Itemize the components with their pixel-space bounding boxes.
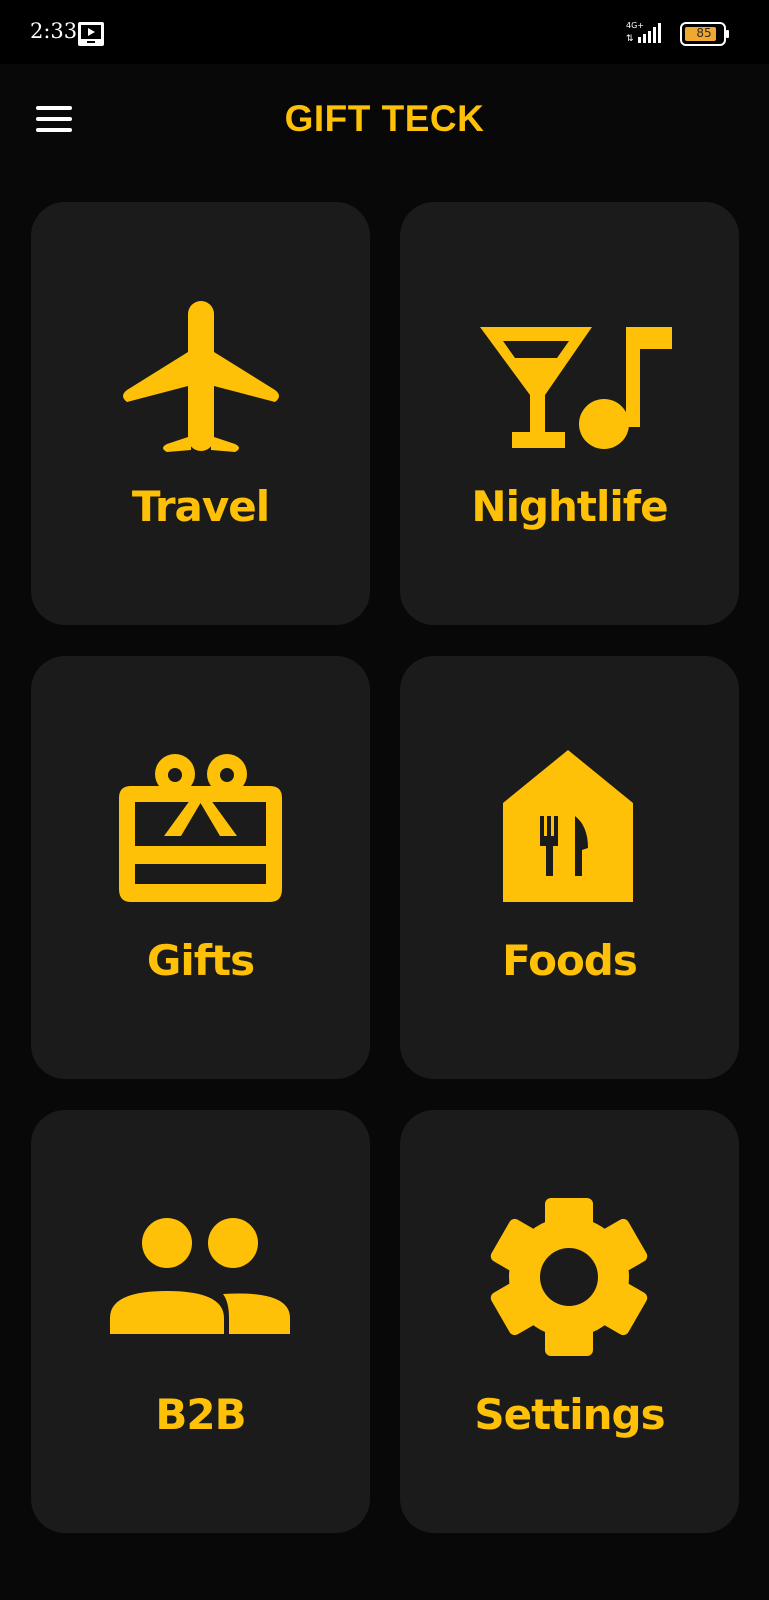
nightlife-label: Nightlife — [471, 482, 668, 531]
svg-text:⇅: ⇅ — [626, 34, 634, 44]
screen-recorder-icon — [78, 22, 104, 46]
b2b-tile[interactable]: B2B — [31, 1110, 370, 1533]
people-icon — [110, 1218, 290, 1334]
gift-card-icon — [119, 754, 282, 902]
settings-tile[interactable]: Settings — [400, 1110, 739, 1533]
network-type-label: 4G+ — [626, 21, 644, 30]
battery-level: 85 — [696, 26, 712, 40]
travel-tile[interactable]: Travel — [31, 202, 370, 625]
app-title: GIFT TECK — [284, 98, 485, 139]
b2b-label: B2B — [155, 1390, 246, 1439]
status-bar: 2:33 4G+ ⇅ 85 — [0, 0, 769, 64]
foods-label: Foods — [502, 936, 638, 985]
travel-label: Travel — [131, 482, 270, 531]
airplane-icon — [123, 301, 279, 452]
restaurant-icon — [503, 750, 633, 902]
cocktail-music-icon — [480, 327, 672, 449]
cellular-signal-icon: 4G+ ⇅ — [626, 21, 661, 44]
gifts-tile[interactable]: Gifts — [31, 656, 370, 1079]
app-bar: GIFT TECK — [0, 64, 769, 174]
gifts-label: Gifts — [146, 936, 255, 985]
foods-tile[interactable]: Foods — [400, 656, 739, 1079]
gear-icon — [490, 1198, 648, 1356]
status-time: 2:33 — [30, 19, 78, 43]
nightlife-tile[interactable]: Nightlife — [400, 202, 739, 625]
settings-label: Settings — [474, 1390, 665, 1439]
